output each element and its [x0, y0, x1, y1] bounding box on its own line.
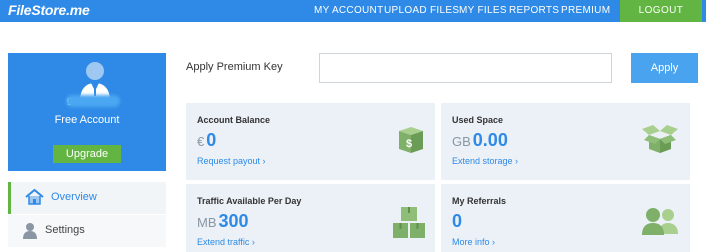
nav-upload-files[interactable]: UPLOAD FILES [384, 5, 459, 16]
card-title: Traffic Available Per Day [197, 196, 302, 206]
card-unit: MB [197, 215, 217, 230]
card-number: 0 [206, 130, 217, 150]
profile-panel: g8 Free Account Upgrade [8, 53, 166, 171]
sidebar-item-settings[interactable]: Settings [8, 215, 166, 247]
card-value: MB 300 [197, 211, 249, 232]
card-unit: € [197, 134, 205, 149]
username-redaction [66, 95, 120, 107]
premium-key-label: Apply Premium Key [186, 61, 283, 73]
card-referrals: My Referrals 0 More info › [441, 184, 690, 252]
card-value: GB 0.00 [452, 130, 508, 151]
stacked-boxes-icon [393, 207, 425, 238]
open-box-icon [642, 125, 678, 153]
top-navbar: FileStore.me MY ACCOUNT UPLOAD FILES MY … [0, 0, 706, 22]
account-type: Free Account [54, 114, 120, 126]
more-info-link[interactable]: More info › [452, 237, 495, 247]
nav-premium[interactable]: PREMIUM [561, 5, 610, 16]
users-icon [642, 208, 678, 235]
card-value: €0 [197, 130, 216, 151]
logo[interactable]: FileStore.me [8, 2, 90, 18]
upgrade-button[interactable]: Upgrade [53, 145, 121, 163]
extend-traffic-link[interactable]: Extend traffic › [197, 237, 255, 247]
sidebar-item-overview[interactable]: Overview [8, 182, 166, 214]
home-icon [25, 189, 44, 205]
card-number: 300 [218, 211, 249, 231]
apply-key-button[interactable]: Apply [631, 53, 698, 83]
logout-button[interactable]: LOGOUT [620, 0, 702, 22]
card-used-space: Used Space GB 0.00 Extend storage › [441, 103, 690, 180]
user-settings-icon [23, 223, 37, 239]
premium-key-input[interactable] [319, 53, 612, 83]
card-number: 0 [452, 211, 463, 231]
card-title: Used Space [452, 115, 504, 125]
card-account-balance: Account Balance €0 Request payout › $ [186, 103, 435, 180]
card-title: My Referrals [452, 196, 507, 206]
card-title: Account Balance [197, 115, 271, 125]
nav-reports[interactable]: REPORTS [509, 5, 559, 16]
svg-text:$: $ [406, 138, 412, 150]
nav-my-files[interactable]: MY FILES [459, 5, 507, 16]
card-unit: GB [452, 134, 471, 149]
card-value: 0 [452, 211, 462, 232]
cash-box-icon: $ [399, 127, 423, 153]
card-traffic: Traffic Available Per Day MB 300 Extend t… [186, 184, 435, 252]
request-payout-link[interactable]: Request payout › [197, 156, 266, 166]
nav-my-account[interactable]: MY ACCOUNT [314, 5, 384, 16]
card-number: 0.00 [472, 130, 508, 150]
sidebar-item-label: Settings [45, 224, 85, 236]
sidebar-item-label: Overview [51, 191, 97, 203]
extend-storage-link[interactable]: Extend storage › [452, 156, 518, 166]
